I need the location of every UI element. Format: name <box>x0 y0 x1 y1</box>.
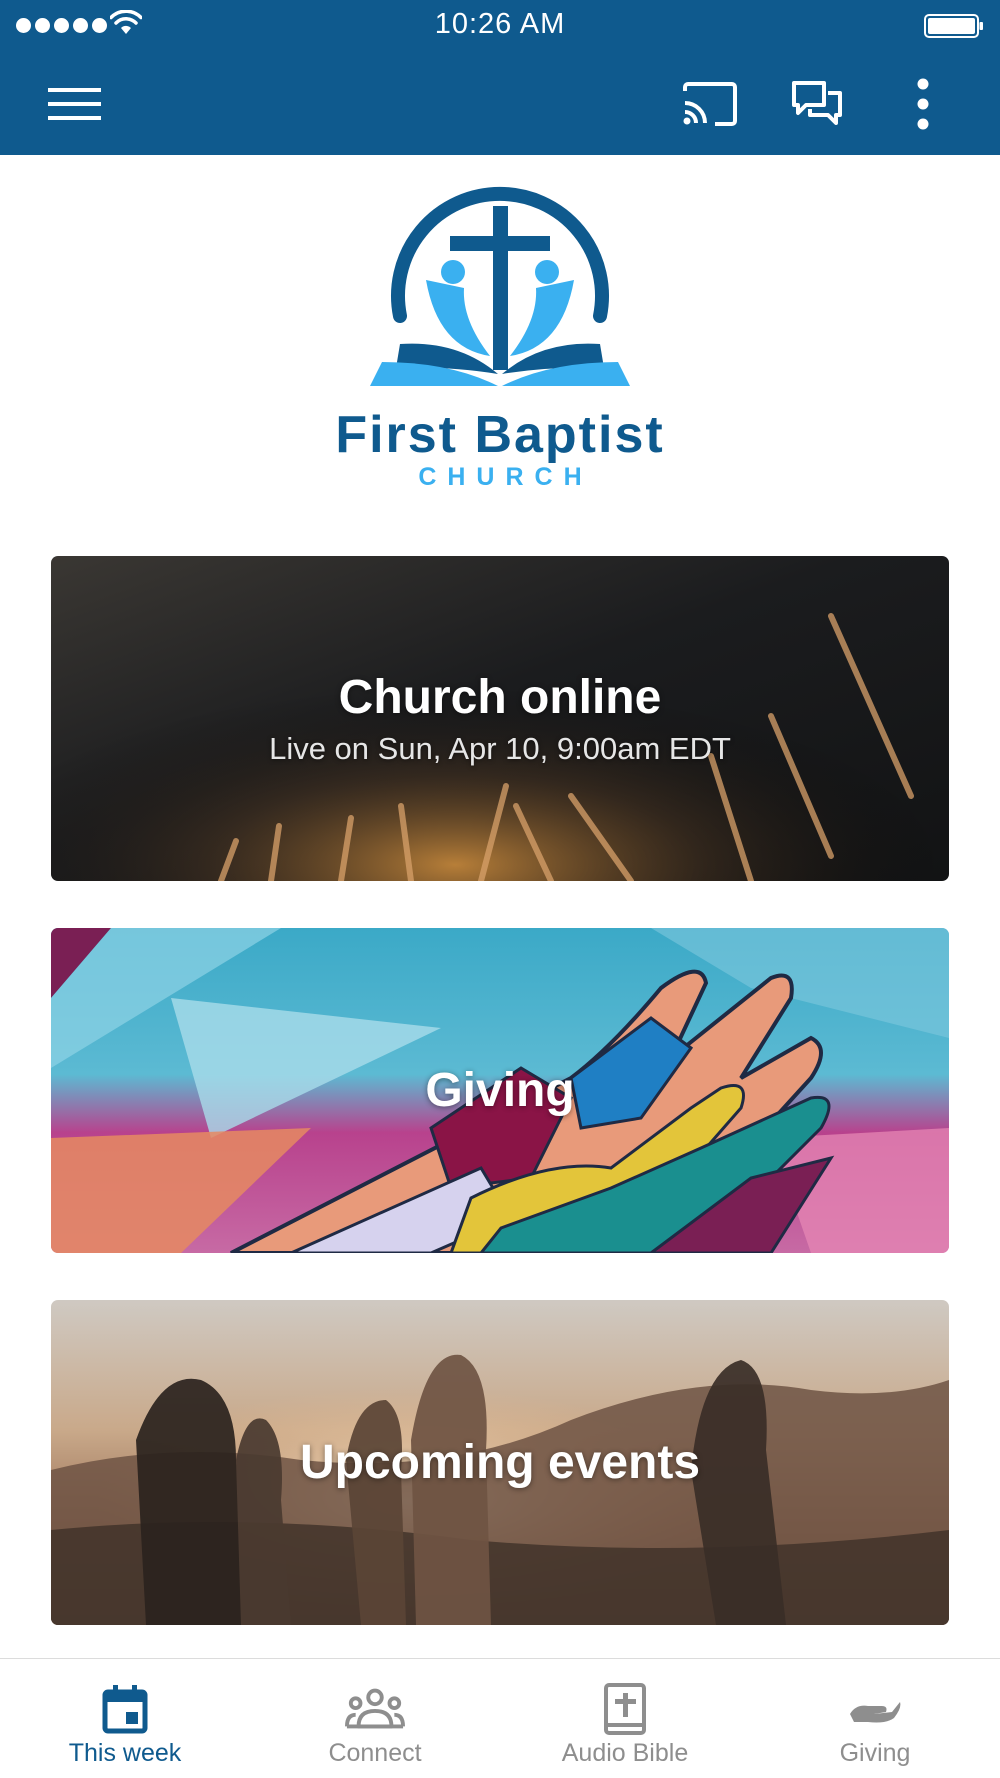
card-title: Giving <box>425 1064 575 1117</box>
tab-connect[interactable]: Connect <box>250 1659 500 1778</box>
tab-this-week[interactable]: This week <box>0 1659 250 1778</box>
card-title: Church online <box>338 671 662 724</box>
cast-icon[interactable] <box>680 74 740 134</box>
tab-label: Audio Bible <box>561 1739 689 1767</box>
bible-icon <box>595 1681 655 1737</box>
card-title: Upcoming events <box>299 1436 701 1489</box>
bottom-navigation: This week Connect Audio Bible Giving <box>0 1658 1000 1778</box>
status-bar: 10:26 AM <box>0 0 1000 52</box>
tab-label: Connect <box>328 1739 422 1767</box>
battery-icon <box>924 14 983 38</box>
card-subtitle: Live on Sun, Apr 10, 9:00am EDT <box>269 731 731 766</box>
logo-title: First Baptist <box>335 406 665 464</box>
tab-label: Giving <box>839 1739 911 1767</box>
tab-audio-bible[interactable]: Audio Bible <box>500 1659 750 1778</box>
giving-hand-icon <box>845 1681 905 1737</box>
group-icon <box>345 1681 405 1737</box>
more-vertical-icon[interactable] <box>893 74 953 134</box>
status-time: 10:26 AM <box>434 8 566 40</box>
chat-icon[interactable] <box>787 74 847 134</box>
app-header: 10:26 AM <box>0 0 1000 155</box>
tab-giving[interactable]: Giving <box>750 1659 1000 1778</box>
tab-label: This week <box>68 1739 182 1767</box>
app-bar <box>0 52 1000 155</box>
church-online-card[interactable]: Church online Live on Sun, Apr 10, 9:00a… <box>51 556 949 881</box>
upcoming-events-card[interactable]: Upcoming events <box>51 1300 949 1625</box>
giving-card[interactable]: Giving <box>51 928 949 1253</box>
calendar-icon <box>95 1681 155 1737</box>
logo-subtitle: CHURCH <box>418 463 593 491</box>
menu-icon[interactable] <box>45 74 105 134</box>
